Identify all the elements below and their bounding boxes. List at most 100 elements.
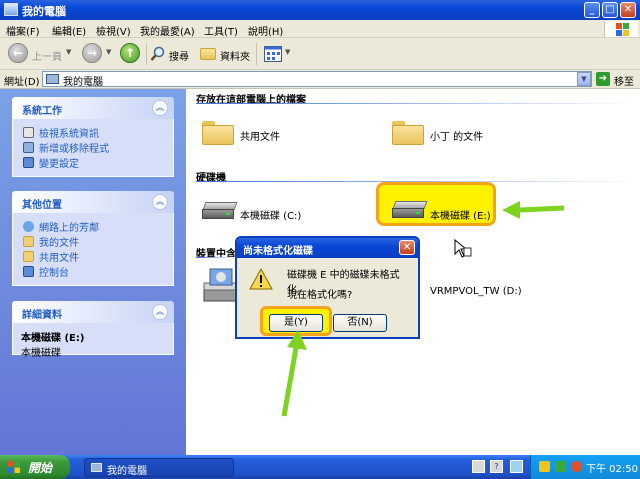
place-control-panel[interactable]: 控制台 xyxy=(21,264,165,279)
taskbar: 開始 我的電腦 ? 下午 02:50 xyxy=(0,455,640,479)
menu-bar: 檔案(F) 編輯(E) 檢視(V) 我的最愛(A) 工具(T) 說明(H) xyxy=(0,20,640,38)
clock: 下午 02:50 xyxy=(586,464,638,475)
menu-tools[interactable]: 工具(T) xyxy=(204,23,238,38)
no-button[interactable]: 否(N) xyxy=(333,314,387,332)
panel-body: 檢視系統資訊 新增或移除程式 變更設定 xyxy=(12,119,174,177)
back-button-label[interactable]: 上一頁 xyxy=(32,48,62,63)
mouse-cursor-icon xyxy=(454,239,472,258)
dialog-question: 現在格式化嗎? xyxy=(287,290,353,301)
shared-folder-icon xyxy=(23,251,34,262)
language-icon[interactable] xyxy=(510,460,523,473)
place-my-documents[interactable]: 我的文件 xyxy=(21,234,165,249)
task-add-remove-programs[interactable]: 新增或移除程式 xyxy=(21,140,165,155)
windows-flag-icon xyxy=(8,461,20,473)
network-icon xyxy=(23,221,34,232)
collapse-chevron-icon[interactable]: ︽ xyxy=(152,304,168,320)
tray-network-icon[interactable] xyxy=(539,461,550,472)
folder-icon[interactable] xyxy=(202,121,234,145)
maximize-button[interactable]: □ xyxy=(602,2,618,18)
toolbar: ← 上一頁 ▼ → ▼ ↑ 搜尋 資料夾 ▼ xyxy=(0,38,640,70)
details-panel: 詳細資料 ︽ 本機磁碟 (E:) 本機磁碟 xyxy=(12,301,174,359)
format-dialog: 尚未格式化磁碟 ✕ 磁碟機 E 中的磁碟未格式化。 現在格式化嗎? 是(Y) 否… xyxy=(235,236,420,339)
taskbar-item-my-computer[interactable]: 我的電腦 xyxy=(84,458,234,477)
hard-drive-icon[interactable] xyxy=(392,201,428,219)
dialog-close-button[interactable]: ✕ xyxy=(399,240,415,255)
search-icon[interactable] xyxy=(150,46,166,62)
address-value: 我的電腦 xyxy=(63,77,103,88)
system-tray: 下午 02:50 xyxy=(530,455,640,479)
folders-button[interactable]: 資料夾 xyxy=(220,48,250,63)
panel-body: 網路上的芳鄰 我的文件 共用文件 控制台 xyxy=(12,213,174,286)
window-title-bar[interactable]: 我的電腦 _ □ ✕ xyxy=(0,0,640,20)
views-icon[interactable] xyxy=(264,46,282,62)
panel-header[interactable]: 詳細資料 ︽ xyxy=(12,301,174,323)
panel-body: 本機磁碟 (E:) 本機磁碟 xyxy=(12,323,174,359)
taskbar-item-label: 我的電腦 xyxy=(107,466,147,477)
close-button[interactable]: ✕ xyxy=(620,2,636,18)
menu-view[interactable]: 檢視(V) xyxy=(96,23,131,38)
control-panel-icon xyxy=(23,266,34,277)
address-dropdown-icon[interactable]: ▼ xyxy=(577,72,591,86)
toolbar-separator xyxy=(146,43,147,65)
forward-arrow-icon[interactable]: → xyxy=(82,43,102,63)
task-pane: 系統工作 ︽ 檢視系統資訊 新增或移除程式 變更設定 其他位置 ︽ 網路上的芳鄰… xyxy=(0,89,186,455)
detail-name: 本機磁碟 (E:) xyxy=(21,333,85,344)
window-title: 我的電腦 xyxy=(22,5,66,18)
address-input[interactable]: 我的電腦 xyxy=(42,71,592,88)
warning-icon xyxy=(249,268,273,290)
dialog-title-bar[interactable]: 尚未格式化磁碟 ✕ xyxy=(237,238,418,258)
section-divider xyxy=(196,103,636,104)
task-view-system-info[interactable]: 檢視系統資訊 xyxy=(21,125,165,140)
help-icon[interactable]: ? xyxy=(490,460,503,473)
views-dropdown-icon[interactable]: ▼ xyxy=(285,48,290,56)
panel-title: 其他位置 xyxy=(22,200,62,211)
other-places-panel: 其他位置 ︽ 網路上的芳鄰 我的文件 共用文件 控制台 xyxy=(12,191,174,286)
collapse-chevron-icon[interactable]: ︽ xyxy=(152,100,168,116)
computer-icon xyxy=(4,3,18,16)
detail-type: 本機磁碟 xyxy=(21,348,61,359)
collapse-chevron-icon[interactable]: ︽ xyxy=(152,194,168,210)
tray-volume-icon[interactable] xyxy=(555,461,566,472)
folders-icon[interactable] xyxy=(200,48,216,60)
menu-file[interactable]: 檔案(F) xyxy=(6,23,40,38)
item-user-documents[interactable]: 小丁 的文件 xyxy=(430,128,483,143)
forward-dropdown-icon[interactable]: ▼ xyxy=(106,48,111,56)
minimize-button[interactable]: _ xyxy=(584,2,600,18)
back-arrow-icon[interactable]: ← xyxy=(8,43,28,63)
folder-icon[interactable] xyxy=(392,121,424,145)
place-network[interactable]: 網路上的芳鄰 xyxy=(21,219,165,234)
green-arrow-annotation-icon xyxy=(502,201,565,219)
start-button[interactable]: 開始 xyxy=(0,455,70,479)
tray-security-icon[interactable] xyxy=(571,461,582,472)
programs-icon xyxy=(23,142,34,153)
item-shared-documents[interactable]: 共用文件 xyxy=(240,128,280,143)
task-change-setting[interactable]: 變更設定 xyxy=(21,155,165,170)
keyboard-icon[interactable] xyxy=(472,460,485,473)
item-drive-e[interactable]: 本機磁碟 (E:) xyxy=(430,207,491,222)
system-info-icon xyxy=(23,127,34,138)
search-button[interactable]: 搜尋 xyxy=(169,48,189,63)
item-drive-c[interactable]: 本機磁碟 (C:) xyxy=(240,207,301,222)
place-shared-documents[interactable]: 共用文件 xyxy=(21,249,165,264)
menu-favorites[interactable]: 我的最愛(A) xyxy=(140,23,195,38)
hard-drive-icon[interactable] xyxy=(202,202,238,220)
back-dropdown-icon[interactable]: ▼ xyxy=(66,48,71,56)
my-documents-icon xyxy=(23,236,34,247)
computer-icon xyxy=(91,463,102,472)
go-button[interactable]: 移至 xyxy=(614,73,634,88)
address-label: 網址(D) xyxy=(4,77,40,88)
computer-icon xyxy=(46,74,59,84)
panel-title: 詳細資料 xyxy=(22,310,62,321)
panel-header[interactable]: 其他位置 ︽ xyxy=(12,191,174,213)
go-arrow-icon[interactable]: ➔ xyxy=(596,72,610,86)
menu-help[interactable]: 說明(H) xyxy=(248,23,283,38)
menu-edit[interactable]: 編輯(E) xyxy=(52,23,86,38)
section-divider xyxy=(196,257,236,258)
green-arrow-annotation-icon xyxy=(281,330,307,417)
panel-header[interactable]: 系統工作 ︽ xyxy=(12,97,174,119)
up-folder-icon[interactable]: ↑ xyxy=(120,43,140,63)
start-label: 開始 xyxy=(28,461,53,475)
item-drive-d[interactable]: VRMPVOL_TW (D:) xyxy=(430,286,522,297)
address-bar: 網址(D) 我的電腦 ▼ ➔ 移至 xyxy=(0,70,640,89)
windows-logo-icon xyxy=(604,21,638,37)
